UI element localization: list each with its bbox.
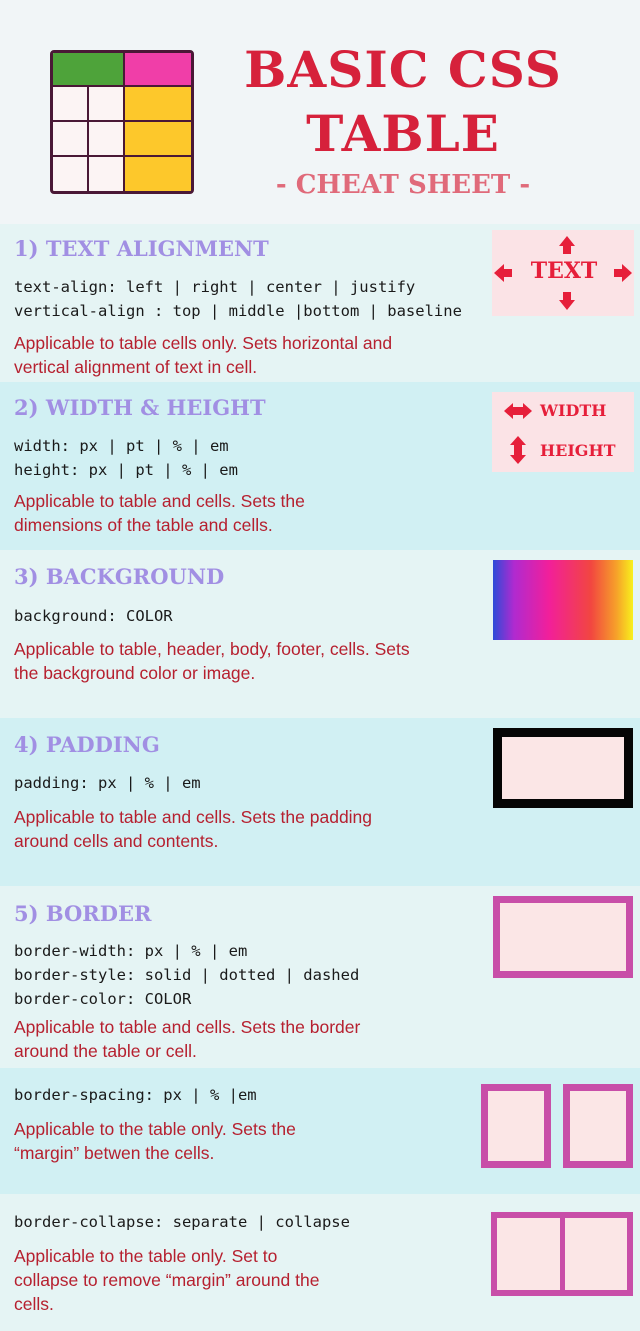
- text-alignment-icon: TEXT: [492, 230, 634, 316]
- section-description: Applicable to table and cells. Sets the …: [14, 491, 305, 535]
- code-line: border-color: COLOR: [14, 990, 192, 1008]
- section-description: Applicable to table cells only. Sets hor…: [14, 333, 393, 377]
- code-line: height: px | pt | % | em: [14, 461, 238, 479]
- code-line: width: px | pt | % | em: [14, 437, 229, 455]
- width-label: WIDTH: [540, 401, 607, 420]
- section-description: Applicable to the table only. Set to col…: [14, 1246, 320, 1314]
- collapsed-divider: [560, 1218, 565, 1290]
- code-line: vertical-align : top | middle |bottom | …: [14, 302, 462, 320]
- subtitle: - CHEAT SHEET -: [275, 170, 531, 200]
- section-heading: 1) TEXT ALIGNMENT: [14, 236, 269, 261]
- height-label: HEIGHT: [540, 441, 616, 460]
- code-line: background: COLOR: [14, 607, 173, 625]
- section-heading: 2) WIDTH & HEIGHT: [14, 395, 266, 420]
- section-description: Applicable to table, header, body, foote…: [14, 639, 410, 683]
- section-heading: 4) PADDING: [14, 732, 160, 757]
- separate-cell-icon: [563, 1084, 633, 1168]
- title-line-1: BASIC CSS: [244, 40, 562, 99]
- section-description: Applicable to table and cells. Sets the …: [14, 1017, 361, 1061]
- collapsed-cells-icon: [491, 1212, 633, 1296]
- border-box-icon: [493, 896, 633, 978]
- background-gradient-icon: [493, 560, 633, 640]
- code-line: border-spacing: px | % |em: [14, 1086, 257, 1104]
- table-logo-icon: [50, 50, 194, 194]
- code-line: border-style: solid | dotted | dashed: [14, 966, 360, 984]
- code-line: border-collapse: separate | collapse: [14, 1213, 350, 1231]
- padding-box-icon: [493, 728, 633, 808]
- text-icon-label: TEXT: [530, 258, 598, 284]
- code-line: border-width: px | % | em: [14, 942, 248, 960]
- title-line-2: TABLE: [306, 104, 500, 163]
- header: BASIC CSS TABLE - CHEAT SHEET -: [0, 0, 640, 224]
- section-heading: 5) BORDER: [14, 901, 152, 926]
- width-height-icon: WIDTH HEIGHT: [492, 392, 634, 472]
- section-description: Applicable to table and cells. Sets the …: [14, 807, 373, 851]
- separate-cell-icon: [481, 1084, 551, 1168]
- section-description: Applicable to the table only. Sets the “…: [14, 1119, 296, 1163]
- code-line: padding: px | % | em: [14, 774, 201, 792]
- section-heading: 3) BACKGROUND: [14, 564, 225, 589]
- code-line: text-align: left | right | center | just…: [14, 278, 416, 296]
